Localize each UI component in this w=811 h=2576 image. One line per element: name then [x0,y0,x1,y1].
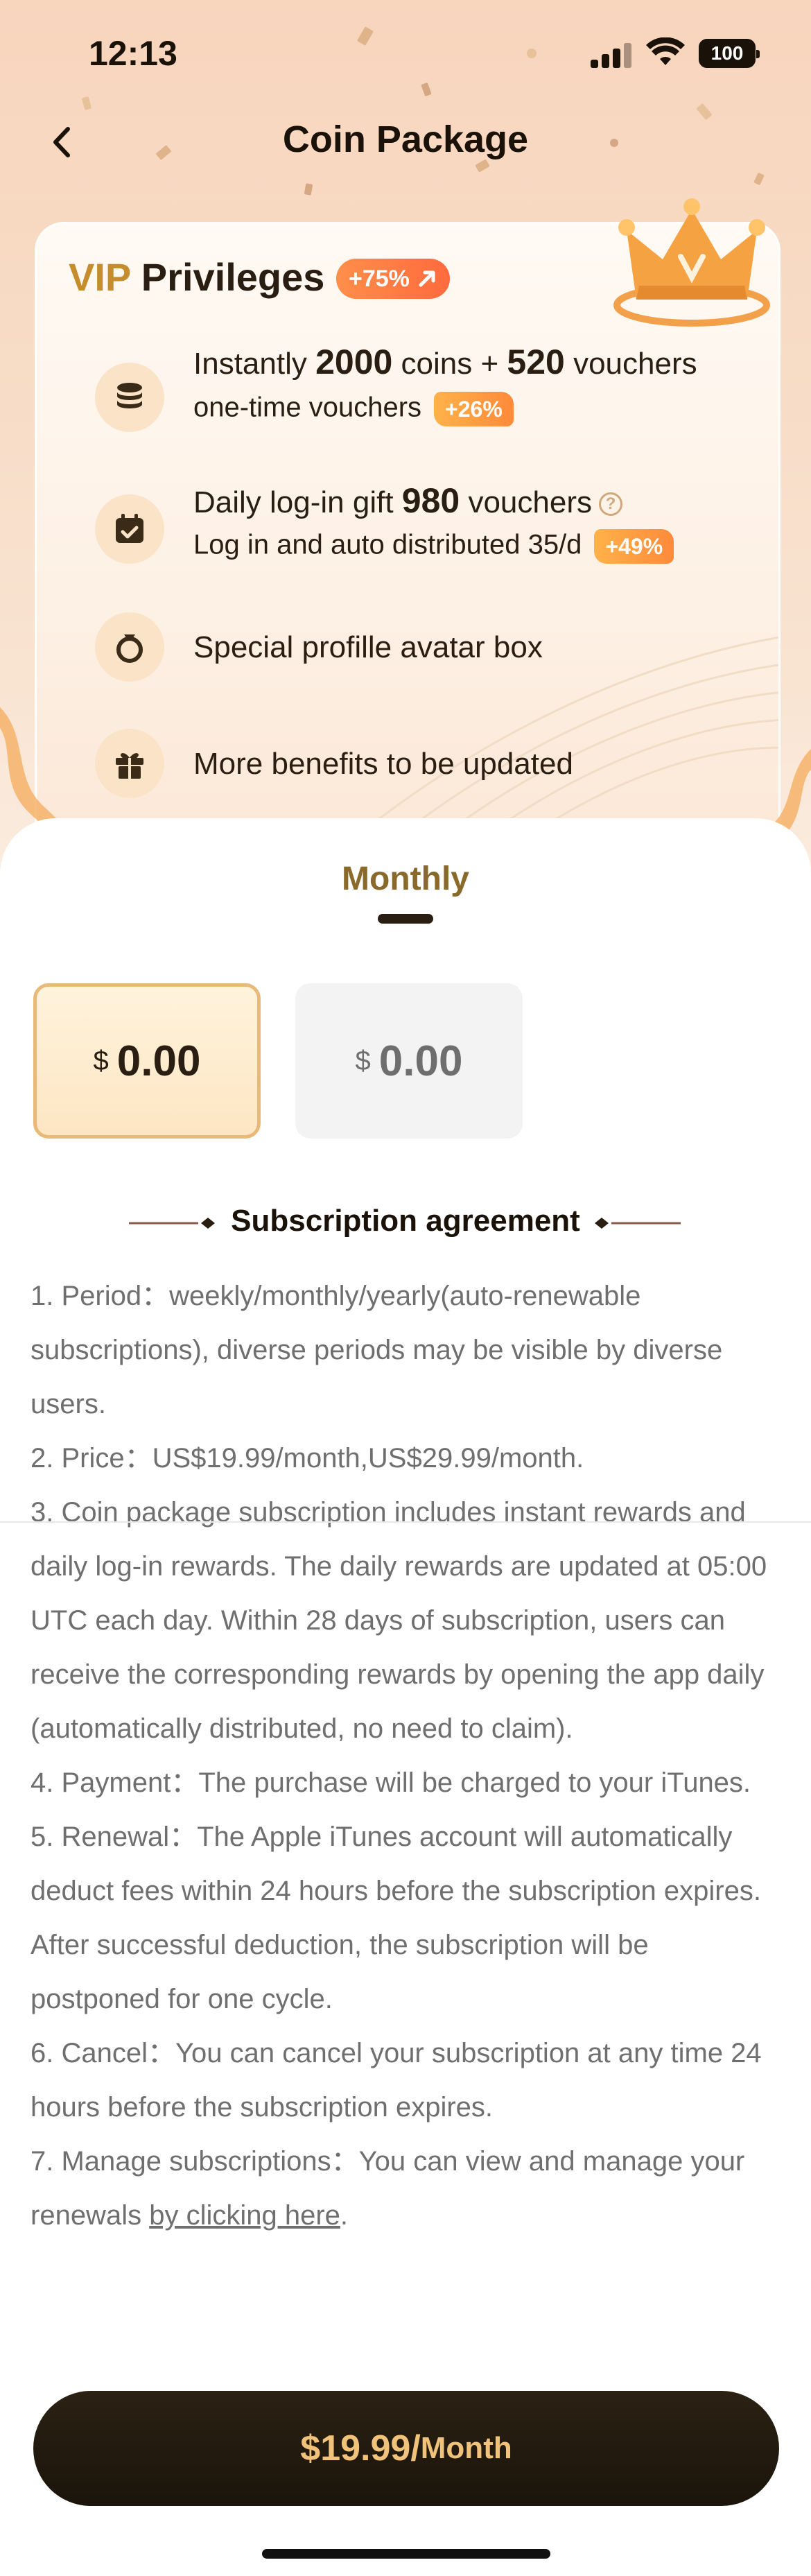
divider [0,1521,811,1523]
term-item: 6. Cancel：You can cancel your subscripti… [30,2038,762,2123]
benefit-text-part: vouchers [564,347,697,381]
benefit-daily-line2: Log in and auto distributed 35/d +49% [193,529,674,564]
benefit-more-text: More benefits to be updated [193,747,573,781]
term-item-manage: 7. Manage subscriptions：You can view and… [30,2134,779,2242]
benefit-coins: Instantly 2000 coins + 520 vouchers one-… [67,342,760,446]
vip-boost-badge: +75% [336,259,450,299]
benefit-subtext: one-time vouchers [193,392,422,423]
benefit-avatar-text: Special profille avatar box [193,630,543,664]
benefit-text-part: vouchers [460,485,592,519]
help-icon[interactable]: ? [598,492,622,517]
benefit-coins-line2: one-time vouchers +26% [193,392,514,426]
vip-title-rest: Privileges [130,255,325,299]
vip-title: VIP Privileges [69,254,324,300]
term-text: . [340,2200,349,2231]
arrow-up-right-icon [419,270,435,287]
vip-badge-text: +75% [349,266,410,292]
coins-icon [95,363,164,432]
signal-icon [591,43,635,68]
heading-deco-right [595,1218,681,1229]
term-item: 2. Price：US$19.99/month,US$29.99/month. [30,1443,584,1473]
gift-icon [95,729,164,798]
benefit-daily-gift: Daily log-in gift 980 vouchers? Log in a… [67,481,760,585]
benefit-more: More benefits to be updated [67,722,760,805]
term-item: 1. Period：weekly/monthly/yearly(auto-ren… [30,1281,723,1419]
coins-amount: 2000 [315,343,393,381]
price-amount: 0.00 [378,1037,463,1085]
currency-symbol: $ [93,1045,109,1076]
confetti [304,183,313,196]
button-period: Month [420,2431,512,2465]
vip-word: VIP [69,255,131,299]
agreement-terms: 1. Period：weekly/monthly/yearly(auto-ren… [30,1269,779,2242]
battery-icon: 100 [699,39,760,68]
benefit-daily-line1: Daily log-in gift 980 vouchers? [193,481,622,521]
benefit-avatar-box: Special profille avatar box [67,605,760,689]
price-option-1[interactable]: $ 0.00 [33,983,261,1139]
manage-subscriptions-link[interactable]: by clicking here [149,2200,340,2231]
term-item: 5. Renewal：The Apple iTunes account will… [30,1822,761,2014]
home-indicator [262,2549,550,2559]
crown-icon [613,198,770,327]
vouchers-amount: 520 [507,343,565,381]
benefit-subtext: Log in and auto distributed 35/d [193,529,582,560]
percent-tag: +26% [434,392,514,426]
wifi-icon [646,37,685,65]
price-option-2[interactable]: $ 0.00 [295,983,523,1139]
benefit-text-part: Daily log-in gift [193,485,402,519]
subscribe-button[interactable]: $19.99/Month [33,2391,779,2506]
term-text: 7. Manage subscriptions：You can view and… [30,2146,745,2231]
agreement-heading: Subscription agreement [231,1204,580,1238]
page-title: Coin Package [282,119,529,160]
price-amount: 0.00 [116,1037,201,1085]
percent-tag: +49% [594,529,674,564]
calendar-check-icon [95,494,164,564]
status-bar: 12:13 100 [0,0,811,104]
term-item: 4. Payment：The purchase will be charged … [30,1767,751,1798]
status-time: 12:13 [89,34,177,73]
term-item: 3. Coin package subscription includes in… [30,1497,767,1744]
ring-icon [95,612,164,682]
currency-symbol: $ [355,1045,371,1076]
button-price: $19.99/ [300,2428,421,2469]
benefit-text-part: coins + [392,347,507,381]
daily-vouchers-amount: 980 [401,481,460,520]
benefit-coins-line1: Instantly 2000 coins + 520 vouchers [193,342,697,382]
tab-indicator [378,914,433,924]
confetti [475,159,490,173]
benefit-text-part: Instantly [193,347,316,381]
tab-monthly[interactable]: Monthly [0,860,811,898]
